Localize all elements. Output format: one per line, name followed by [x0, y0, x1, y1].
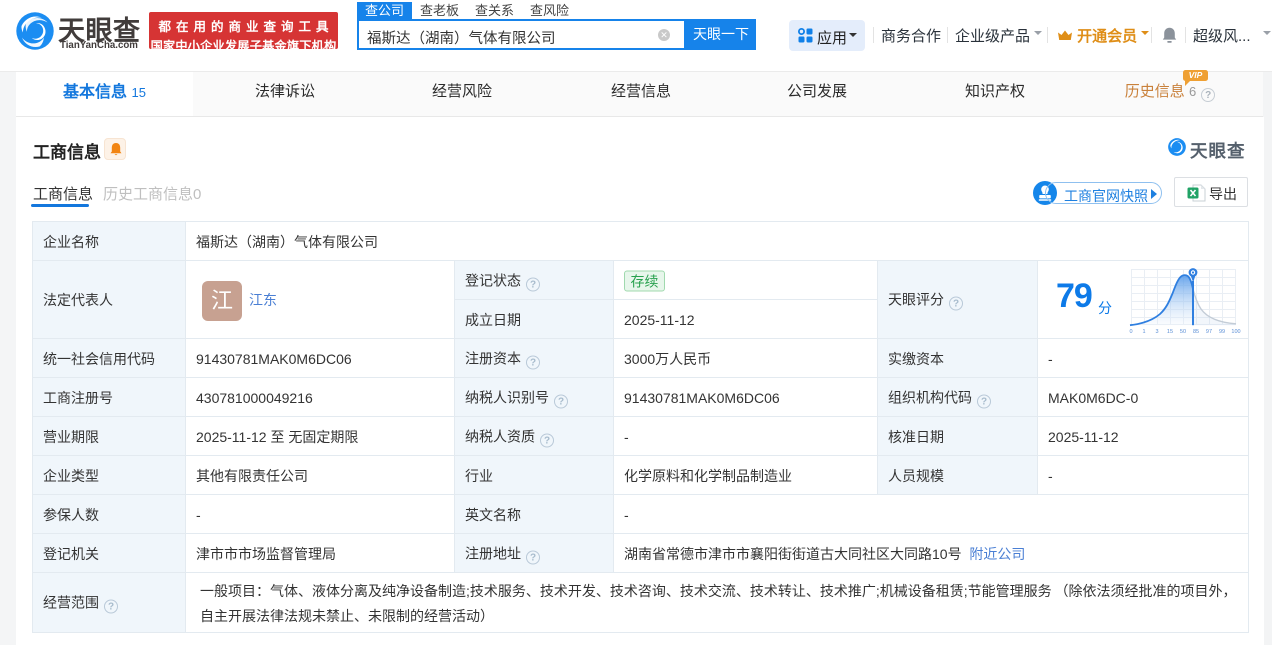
svg-text:85: 85	[1193, 329, 1199, 335]
svg-text:3: 3	[1155, 329, 1158, 335]
svg-text:99: 99	[1219, 329, 1225, 335]
svg-text:50: 50	[1180, 329, 1186, 335]
svg-text:1: 1	[1142, 329, 1145, 335]
svg-text:0: 0	[1129, 329, 1132, 335]
svg-text:15: 15	[1167, 329, 1173, 335]
svg-text:97: 97	[1206, 329, 1212, 335]
svg-text:100: 100	[1231, 329, 1240, 335]
